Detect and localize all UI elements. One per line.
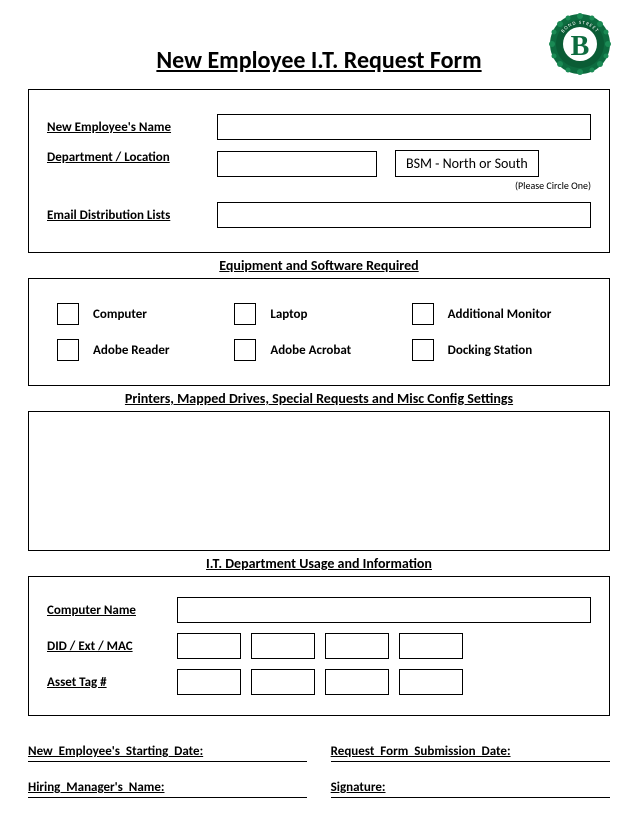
checkbox-label: Additional Monitor — [448, 307, 552, 322]
did-input-1[interactable] — [177, 633, 241, 659]
checkbox-additional-monitor[interactable]: Additional Monitor — [412, 303, 581, 325]
asset-input-1[interactable] — [177, 669, 241, 695]
department-input[interactable] — [217, 151, 377, 177]
svg-text:B: B — [571, 31, 590, 62]
checkbox-adobe-acrobat[interactable]: Adobe Acrobat — [234, 339, 403, 361]
checkbox-computer[interactable]: Computer — [57, 303, 226, 325]
checkbox-label: Adobe Reader — [93, 343, 170, 358]
did-input-4[interactable] — [399, 633, 463, 659]
bsm-choice[interactable]: BSM - North or South — [395, 150, 539, 177]
checkbox-icon — [57, 339, 79, 361]
asset-input-3[interactable] — [325, 669, 389, 695]
department-label: Department / Location — [47, 150, 217, 165]
computer-name-label: Computer Name — [47, 603, 177, 618]
employee-name-label: New Employee's Name — [47, 120, 217, 135]
asset-input-2[interactable] — [251, 669, 315, 695]
computer-name-input[interactable] — [177, 597, 591, 623]
did-ext-mac-label: DID / Ext / MAC — [47, 639, 177, 654]
did-input-3[interactable] — [325, 633, 389, 659]
checkbox-label: Computer — [93, 307, 147, 322]
checkbox-icon — [57, 303, 79, 325]
employee-info-box: New Employee's Name Department / Locatio… — [28, 89, 610, 253]
did-input-2[interactable] — [251, 633, 315, 659]
hiring-manager-line[interactable]: Hiring Manager's Name: — [28, 780, 307, 798]
checkbox-docking-station[interactable]: Docking Station — [412, 339, 581, 361]
employee-name-input[interactable] — [217, 114, 591, 140]
equipment-box: Computer Laptop Additional Monitor Adobe… — [28, 278, 610, 386]
it-box: Computer Name DID / Ext / MAC Asset Tag … — [28, 576, 610, 716]
form-title: New Employee I.T. Request Form — [28, 46, 610, 75]
submission-date-line[interactable]: Request Form Submission Date: — [331, 744, 610, 762]
checkbox-icon — [234, 303, 256, 325]
checkbox-label: Adobe Acrobat — [270, 343, 351, 358]
asset-tag-label: Asset Tag # — [47, 675, 177, 690]
checkbox-icon — [412, 303, 434, 325]
signature-line[interactable]: Signature: — [331, 780, 610, 798]
email-lists-input[interactable] — [217, 202, 591, 228]
checkbox-icon — [234, 339, 256, 361]
it-heading: I.T. Department Usage and Information — [28, 555, 610, 572]
asset-input-4[interactable] — [399, 669, 463, 695]
checkbox-laptop[interactable]: Laptop — [234, 303, 403, 325]
email-lists-label: Email Distribution Lists — [47, 208, 217, 223]
checkbox-icon — [412, 339, 434, 361]
logo-seal: B BOND STREET — [548, 12, 612, 76]
signature-area: New Employee's Starting Date: Hiring Man… — [28, 744, 610, 816]
checkbox-label: Laptop — [270, 307, 307, 322]
printers-heading: Printers, Mapped Drives, Special Request… — [28, 390, 610, 407]
starting-date-line[interactable]: New Employee's Starting Date: — [28, 744, 307, 762]
special-requests-box[interactable] — [28, 411, 610, 551]
checkbox-adobe-reader[interactable]: Adobe Reader — [57, 339, 226, 361]
checkbox-label: Docking Station — [448, 343, 533, 358]
circle-hint: (Please Circle One) — [217, 179, 591, 192]
equipment-heading: Equipment and Software Required — [28, 257, 610, 274]
